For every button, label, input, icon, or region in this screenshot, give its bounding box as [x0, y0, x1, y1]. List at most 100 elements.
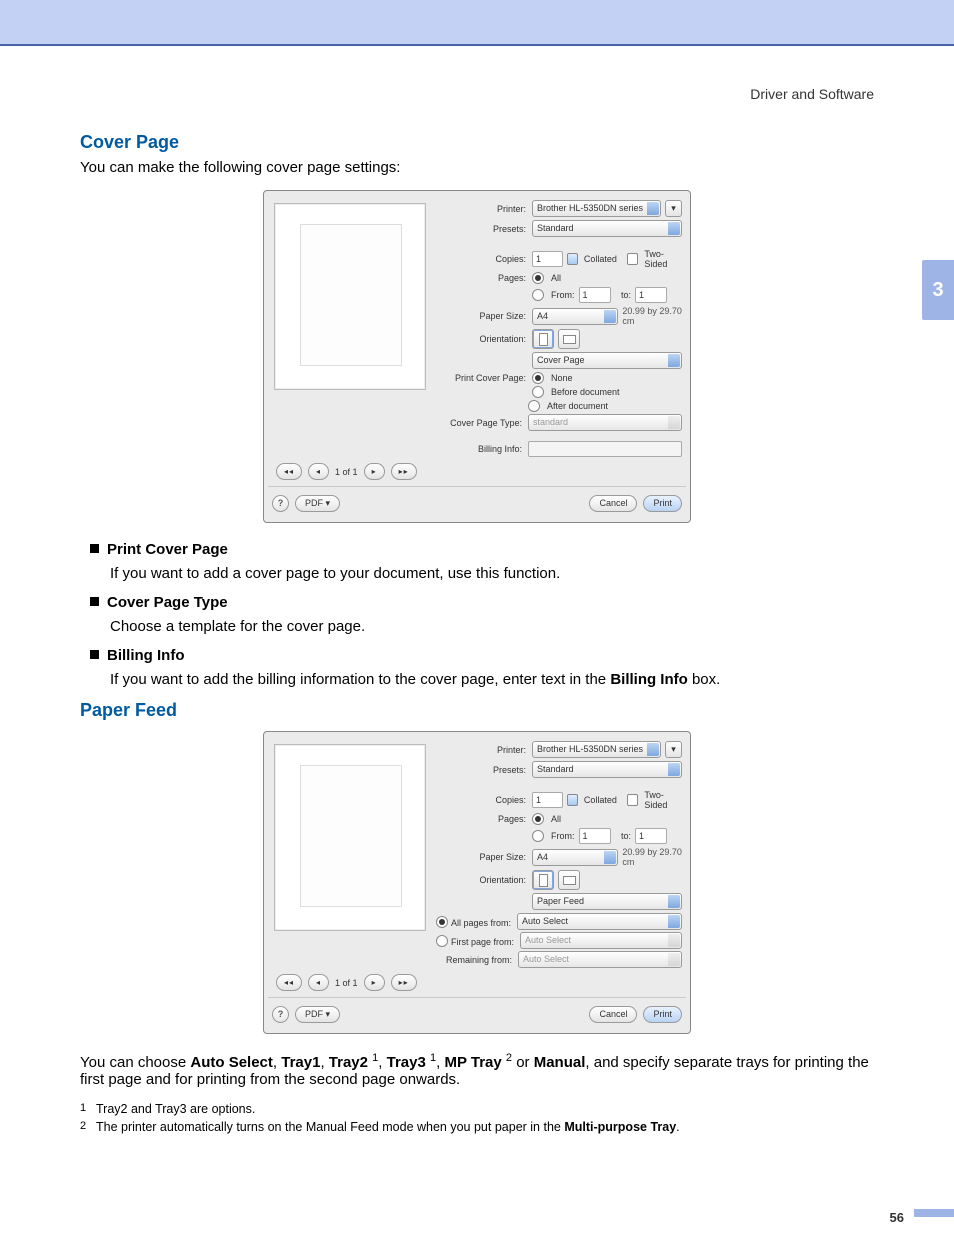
checkbox-twosided[interactable] [627, 253, 638, 265]
footnote-ref-2: 2 [80, 1120, 96, 1132]
cover-page-lead: You can make the following cover page se… [80, 159, 874, 176]
dropdown-presets[interactable]: Standard [532, 761, 682, 778]
dropdown-printer[interactable]: Brother HL-5350DN series [532, 741, 661, 758]
label-pages: Pages: [436, 814, 532, 824]
cancel-button[interactable]: Cancel [589, 1006, 637, 1023]
nav-last-button[interactable]: ▸▸ [391, 463, 417, 480]
dropdown-all-pages-from[interactable]: Auto Select [517, 913, 682, 930]
radio-pages-all[interactable] [532, 272, 544, 284]
label-printer: Printer: [436, 745, 532, 755]
nav-first-button[interactable]: ◂◂ [276, 463, 302, 480]
radio-all-pages-from[interactable] [436, 916, 448, 928]
nav-first-button[interactable]: ◂◂ [276, 974, 302, 991]
paper-feed-description: You can choose Auto Select, Tray1, Tray2… [80, 1052, 874, 1088]
pdf-button[interactable]: PDF ▾ [295, 1006, 340, 1023]
input-to[interactable]: 1 [635, 287, 667, 303]
item-desc-cover-page-type: Choose a template for the cover page. [110, 618, 874, 635]
print-button[interactable]: Print [643, 1006, 682, 1023]
label-print-cover-page: Print Cover Page: [436, 373, 532, 383]
dropdown-papersize[interactable]: A4 [532, 308, 618, 325]
radio-pcp-none[interactable] [532, 372, 544, 384]
dropdown-remaining-from: Auto Select [518, 951, 682, 968]
help-button[interactable]: ? [272, 1006, 289, 1023]
orientation-portrait[interactable] [532, 870, 554, 890]
page-number: 56 [890, 1210, 904, 1225]
label-pages: Pages: [436, 273, 532, 283]
text-dims: 20.99 by 29.70 cm [622, 847, 682, 867]
top-accent-band [0, 0, 954, 46]
label-presets: Presets: [436, 224, 532, 234]
orientation-portrait[interactable] [532, 329, 554, 349]
help-button[interactable]: ? [272, 495, 289, 512]
input-copies[interactable]: 1 [532, 251, 563, 267]
input-copies[interactable]: 1 [532, 792, 563, 808]
printer-info-button[interactable]: ▾ [665, 200, 682, 217]
screenshot-paper-feed-dialog: Printer:Brother HL-5350DN series▾ Preset… [263, 731, 691, 1034]
footnote-text-1: Tray2 and Tray3 are options. [96, 1102, 255, 1116]
item-desc-billing-info: If you want to add the billing informati… [110, 671, 874, 688]
dropdown-cover-page-type: standard [528, 414, 682, 431]
screenshot-cover-page-dialog: Printer:Brother HL-5350DN series▾ Preset… [263, 190, 691, 523]
pdf-button[interactable]: PDF ▾ [295, 495, 340, 512]
radio-pages-from[interactable] [532, 289, 544, 301]
item-title-print-cover-page: Print Cover Page [107, 541, 228, 558]
nav-last-button[interactable]: ▸▸ [391, 974, 417, 991]
footnote-ref-1: 1 [80, 1102, 96, 1114]
label-pages-all: All [551, 814, 561, 824]
nav-count: 1 of 1 [335, 467, 358, 477]
text-dims: 20.99 by 29.70 cm [622, 306, 682, 326]
print-button[interactable]: Print [643, 495, 682, 512]
label-copies: Copies: [436, 795, 532, 805]
label-presets: Presets: [436, 765, 532, 775]
dropdown-section[interactable]: Cover Page [532, 352, 682, 369]
printer-info-button[interactable]: ▾ [665, 741, 682, 758]
checkbox-twosided[interactable] [627, 794, 638, 806]
label-twosided: Two-Sided [644, 249, 682, 269]
dropdown-first-page-from: Auto Select [520, 932, 682, 949]
nav-count: 1 of 1 [335, 978, 358, 988]
footnotes: 1Tray2 and Tray3 are options. 2The print… [80, 1102, 874, 1134]
radio-pages-all[interactable] [532, 813, 544, 825]
label-pcp-none: None [551, 373, 573, 383]
dropdown-section[interactable]: Paper Feed [532, 893, 682, 910]
footnote-text-2: The printer automatically turns on the M… [96, 1120, 680, 1134]
label-twosided: Two-Sided [644, 790, 682, 810]
item-title-billing-info: Billing Info [107, 647, 184, 664]
preview-pane [274, 744, 426, 931]
nav-next-button[interactable]: ▸ [364, 974, 385, 991]
label-papersize: Paper Size: [436, 852, 532, 862]
label-first-page-from: First page from: [451, 937, 514, 947]
radio-first-page-from[interactable] [436, 935, 448, 947]
nav-prev-button[interactable]: ◂ [308, 463, 329, 480]
label-remaining-from: Remaining from: [446, 955, 512, 965]
label-copies: Copies: [436, 254, 532, 264]
checkbox-collated[interactable] [567, 794, 578, 806]
label-papersize: Paper Size: [436, 311, 532, 321]
dropdown-presets[interactable]: Standard [532, 220, 682, 237]
nav-next-button[interactable]: ▸ [364, 463, 385, 480]
input-from[interactable]: 1 [579, 828, 611, 844]
cancel-button[interactable]: Cancel [589, 495, 637, 512]
label-to: to: [621, 290, 631, 300]
input-from[interactable]: 1 [579, 287, 611, 303]
item-title-cover-page-type: Cover Page Type [107, 594, 228, 611]
radio-pcp-after[interactable] [528, 400, 540, 412]
orientation-landscape[interactable] [558, 329, 580, 349]
cover-page-options-list: Print Cover Page If you want to add a co… [90, 541, 874, 688]
preview-pane [274, 203, 426, 390]
radio-pages-from[interactable] [532, 830, 544, 842]
dropdown-printer[interactable]: Brother HL-5350DN series [532, 200, 661, 217]
checkbox-collated[interactable] [567, 253, 578, 265]
page-number-accent [914, 1209, 954, 1217]
bullet-icon [90, 544, 99, 553]
radio-pcp-before[interactable] [532, 386, 544, 398]
label-from: From: [551, 290, 575, 300]
input-to[interactable]: 1 [635, 828, 667, 844]
label-all-pages-from: All pages from: [451, 918, 511, 928]
orientation-landscape[interactable] [558, 870, 580, 890]
nav-prev-button[interactable]: ◂ [308, 974, 329, 991]
label-pages-all: All [551, 273, 561, 283]
dropdown-papersize[interactable]: A4 [532, 849, 618, 866]
label-pcp-after: After document [547, 401, 608, 411]
heading-paper-feed: Paper Feed [80, 700, 874, 721]
